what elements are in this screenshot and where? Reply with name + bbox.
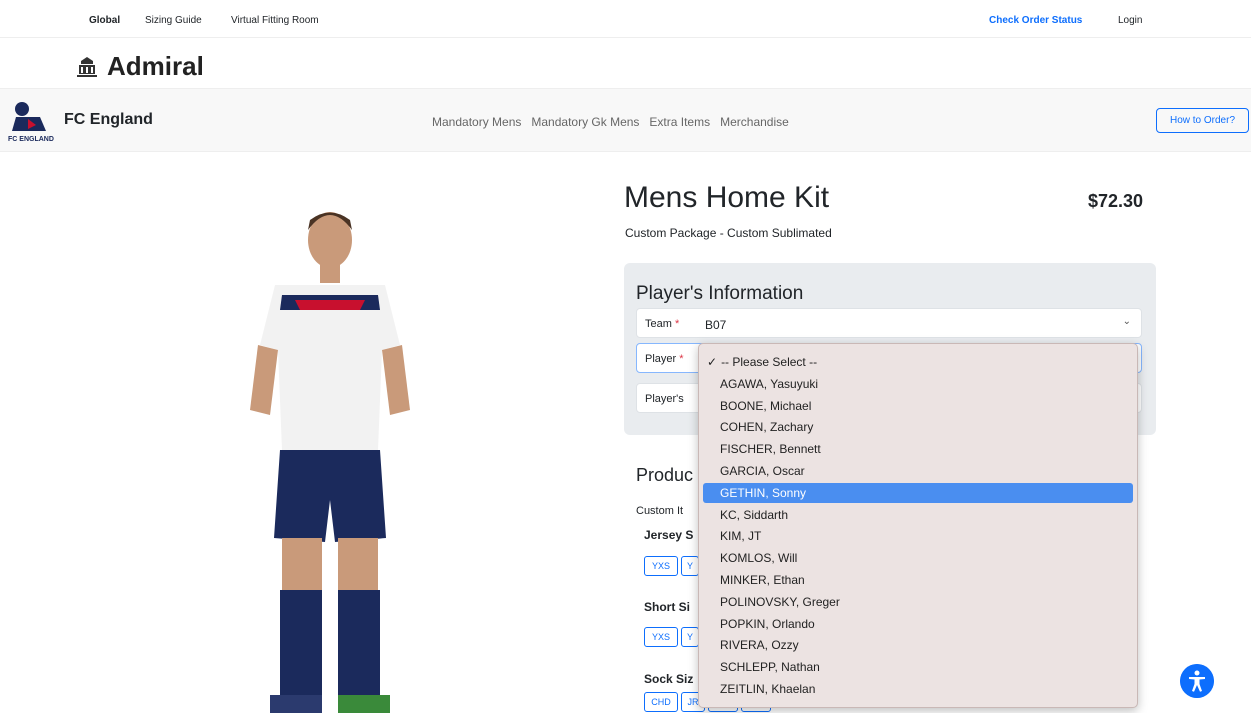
dropdown-option[interactable]: GARCIA, Oscar [703, 461, 1133, 481]
dropdown-option-label: SCHLEPP, Nathan [720, 660, 820, 675]
product-subtitle: Custom Package - Custom Sublimated [625, 226, 832, 240]
dropdown-option-label: BOONE, Michael [720, 398, 812, 413]
sock-size-label: Sock Siz [644, 672, 694, 686]
dropdown-option-label: GETHIN, Sonny [720, 485, 807, 500]
dropdown-option-label: POPKIN, Orlando [720, 616, 815, 631]
short-size-yxs[interactable]: YXS [644, 627, 678, 647]
admiral-logo[interactable]: Admiral [75, 51, 204, 82]
product-heading: Produc [636, 465, 694, 485]
chevron-down-icon: ⌄ [1122, 316, 1131, 327]
dropdown-option[interactable]: KC, Siddarth [703, 505, 1133, 525]
nav-merchandise[interactable]: Merchandise [720, 115, 789, 129]
top-bar: Global Sizing Guide Virtual Fitting Room… [0, 0, 1251, 38]
dropdown-option[interactable]: ✓ -- Please Select -- [703, 352, 1133, 372]
dropdown-option[interactable]: KOMLOS, Will [703, 548, 1133, 568]
brand-row: Admiral [0, 38, 1251, 88]
admiral-crest-icon [77, 56, 97, 77]
jersey-size-label: Jersey S [644, 528, 694, 542]
dropdown-option[interactable]: GETHIN, Sonny [703, 482, 1133, 503]
jersey-size-yxs[interactable]: YXS [644, 556, 678, 576]
dropdown-option-label: KIM, JT [720, 529, 762, 544]
dropdown-option-label: RIVERA, Ozzy [720, 638, 799, 653]
club-name: FC England [64, 111, 153, 128]
short-size-y[interactable]: Y [681, 627, 699, 647]
dropdown-option[interactable]: BOONE, Michael [703, 396, 1133, 416]
checkmark-icon: ✓ [707, 355, 718, 369]
dropdown-option[interactable]: FISCHER, Bennett [703, 439, 1133, 459]
dropdown-option-label: FISCHER, Bennett [720, 442, 821, 457]
check-order-status-link[interactable]: Check Order Status [989, 15, 1082, 26]
sock-size-chd[interactable]: CHD [644, 692, 678, 712]
player-info-heading: Player's Information [636, 283, 804, 304]
player-label: Player * [645, 353, 684, 365]
sizing-guide-link[interactable]: Sizing Guide [145, 15, 202, 26]
dropdown-option-label: ZEITLIN, Khaelan [720, 682, 816, 696]
player-model-image[interactable] [200, 160, 440, 713]
product-title: Mens Home Kit [624, 181, 830, 214]
nav-mandatory-mens[interactable]: Mandatory Mens [432, 115, 521, 129]
dropdown-option[interactable]: KIM, JT [703, 526, 1133, 546]
short-size-label: Short Si [644, 600, 691, 614]
team-value: B07 [705, 318, 727, 332]
club-nav: FC ENGLAND FC England Mandatory Mens Man… [0, 88, 1251, 152]
custom-items-label: Custom It [636, 505, 684, 517]
team-label: Team * [645, 318, 680, 330]
dropdown-option[interactable]: SCHLEPP, Nathan [703, 657, 1133, 677]
dropdown-option-label: AGAWA, Yasuyuki [720, 376, 819, 391]
nav-mandatory-gk-mens[interactable]: Mandatory Gk Mens [531, 115, 639, 129]
team-select[interactable]: Team * B07 ⌄ [636, 308, 1142, 338]
virtual-fitting-room-link[interactable]: Virtual Fitting Room [231, 15, 319, 26]
players-label: Player's [645, 393, 684, 405]
nav-extra-items[interactable]: Extra Items [649, 115, 710, 129]
dropdown-option[interactable]: RIVERA, Ozzy [703, 635, 1133, 655]
global-link[interactable]: Global [89, 15, 120, 26]
dropdown-option-label: POLINOVSKY, Greger [720, 594, 840, 609]
player-dropdown-list[interactable]: ✓ -- Please Select -- AGAWA, Yasuyuki BOONE… [698, 343, 1138, 708]
nav-links: Mandatory Mens Mandatory Gk Mens Extra I… [432, 115, 789, 129]
dropdown-option-label: -- Please Select -- [721, 355, 818, 369]
jersey-size-y[interactable]: Y [681, 556, 699, 576]
admiral-name: Admiral [107, 51, 204, 81]
dropdown-option[interactable]: POPKIN, Orlando [703, 614, 1133, 634]
dropdown-option[interactable]: COHEN, Zachary [703, 417, 1133, 437]
club-logo-text: FC ENGLAND [8, 136, 54, 143]
accessibility-icon[interactable] [1180, 664, 1214, 698]
dropdown-option-label: KC, Siddarth [720, 507, 789, 522]
dropdown-option[interactable]: ZEITLIN, Khaelan [703, 679, 1133, 699]
dropdown-option[interactable]: MINKER, Ethan [703, 570, 1133, 590]
login-link[interactable]: Login [1118, 15, 1142, 26]
dropdown-option-label: GARCIA, Oscar [720, 464, 805, 478]
dropdown-option[interactable]: AGAWA, Yasuyuki [703, 374, 1133, 394]
dropdown-option[interactable]: POLINOVSKY, Greger [703, 592, 1133, 612]
dropdown-option-label: MINKER, Ethan [720, 573, 805, 587]
club-crest-icon[interactable]: FC ENGLAND [6, 97, 56, 145]
product-price: $72.30 [1088, 191, 1144, 211]
dropdown-option-label: COHEN, Zachary [720, 420, 814, 435]
how-to-order-button[interactable]: How to Order? [1156, 108, 1249, 133]
dropdown-option-label: KOMLOS, Will [720, 551, 798, 566]
